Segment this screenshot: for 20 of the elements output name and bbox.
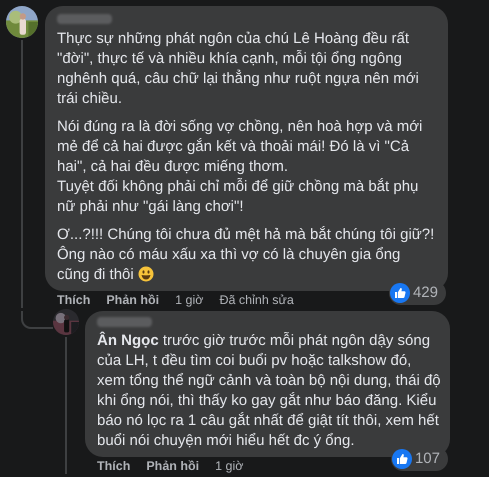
- comment-action-link[interactable]: Phản hồi: [106, 293, 160, 308]
- comment-meta: 1 giờ: [175, 293, 204, 308]
- comment-text: Thực sự những phát ngôn của chú Lê Hoàng đều rất "đời", thực tế và nhiều khía cạnh, mỗi tội ổng ngông nghênh quá, câu chữ lại thẳng như ruột ngựa nên mới trái chiều.: [57, 30, 419, 107]
- blurred-name-drawing: [97, 317, 152, 327]
- comment-action-link[interactable]: Thích: [97, 459, 130, 474]
- blurred-name-drawing: [57, 14, 112, 24]
- comment-meta: 1 giờ: [215, 459, 244, 474]
- thumbs-up-icon: [390, 282, 410, 303]
- comment-meta: Đã chỉnh sửa: [219, 293, 294, 308]
- thumbs-up-icon: [392, 448, 412, 469]
- comment-text: Tuyệt đối không phải chỉ mỗi để giữ chồng mà bắt phụ nữ phải như "gái làng chơi"!: [57, 178, 418, 215]
- comment-text: Nói đúng ra là đời sống vợ chồng, nên hoà hợp và mới mẻ để cả hai được gắn kết và thoải mái! Đó là vì "Cả hai", cả hai đều được miếng thơm.: [57, 118, 422, 175]
- reaction-badge[interactable]: 429: [388, 280, 446, 305]
- reaction-badge[interactable]: 107: [390, 446, 448, 471]
- comment-action-link[interactable]: Thích: [57, 293, 90, 308]
- reaction-count: 107: [414, 448, 440, 468]
- comment-action-link[interactable]: Phản hồi: [146, 459, 200, 474]
- comment-text: Ân Ngọc trước giờ trước mỗi phát ngôn dậy sóng của LH, t đều tìm coi buổi pv hoặc talkshow đó, xem tổng thể ngữ cảnh và toàn bộ nội dung, thái độ khi ổng nói, thì thấy ko gay gắt như báo đăng. Kiểu báo nó lọc ra 1 câu gắt nhất để giật tít thôi, xem hết buổi nói chuyện mới hiểu hết đc ý ổng.: [97, 332, 441, 449]
- comment-text: Ơ...?!!! Chúng tôi chưa đủ mệt hả mà bắt chúng tôi giữ?! Ông nào có máu xấu xa thì vợ có là chuyên gia ổng cũng đi thôi: [57, 226, 434, 283]
- reaction-count: 429: [412, 282, 438, 302]
